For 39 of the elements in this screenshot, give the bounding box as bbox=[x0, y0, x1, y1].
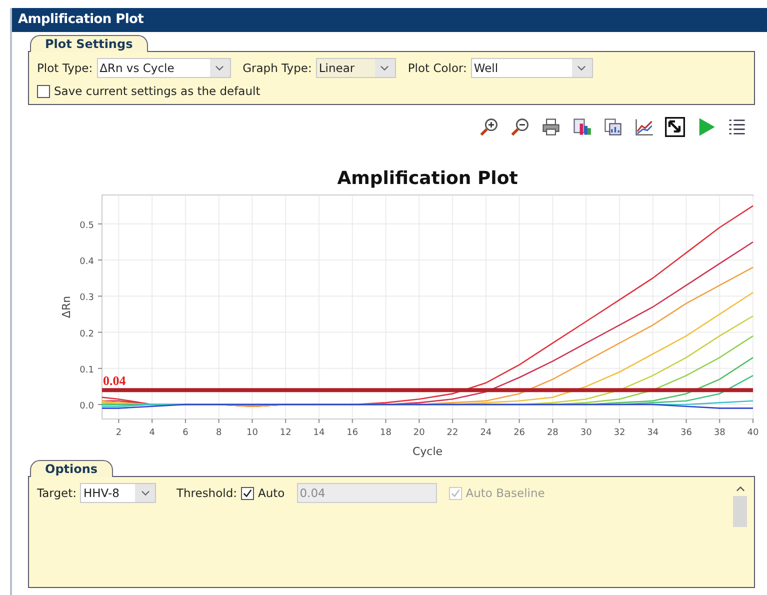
field-label: Target: bbox=[37, 486, 76, 500]
y-tick-label: 0.5 bbox=[80, 220, 94, 231]
checkbox-label: Auto Baseline bbox=[466, 486, 545, 500]
x-tick-label: 40 bbox=[747, 428, 759, 438]
field-label: Graph Type: bbox=[242, 61, 312, 75]
x-tick-label: 12 bbox=[280, 428, 292, 438]
x-tick-label: 24 bbox=[480, 428, 492, 438]
checkbox-label: Save current settings as the default bbox=[54, 84, 260, 98]
x-tick-label: 22 bbox=[446, 428, 458, 438]
x-tick-label: 32 bbox=[614, 428, 626, 438]
x-tick-label: 36 bbox=[680, 428, 692, 438]
x-tick-label: 10 bbox=[246, 428, 258, 438]
x-tick-label: 6 bbox=[182, 428, 188, 438]
field-label: Threshold: bbox=[176, 486, 238, 500]
x-tick-label: 14 bbox=[313, 428, 325, 438]
x-axis-label: Cycle bbox=[412, 445, 443, 457]
y-tick-label: 0.3 bbox=[80, 293, 94, 304]
x-tick-label: 28 bbox=[546, 428, 558, 438]
x-tick-label: 2 bbox=[116, 428, 122, 438]
field-label: Plot Type: bbox=[37, 61, 93, 75]
x-tick-label: 4 bbox=[149, 428, 155, 438]
field-label: Plot Color: bbox=[408, 61, 467, 75]
y-tick-label: 0.2 bbox=[80, 329, 94, 340]
window-title: Amplification Plot bbox=[12, 8, 767, 32]
y-tick-label: 0.4 bbox=[80, 257, 94, 268]
y-tick-label: 0.0 bbox=[80, 402, 94, 412]
y-axis-label: ΔRn bbox=[60, 296, 73, 318]
x-tick-label: 26 bbox=[514, 428, 526, 438]
checkbox-label: Auto bbox=[258, 486, 285, 500]
threshold-label: 0.04 bbox=[103, 373, 126, 388]
x-tick-label: 18 bbox=[380, 428, 392, 438]
x-tick-label: 8 bbox=[216, 428, 222, 438]
x-tick-label: 16 bbox=[346, 428, 358, 438]
x-tick-label: 34 bbox=[647, 428, 659, 438]
chart-title: Amplification Plot bbox=[337, 168, 518, 189]
x-tick-label: 30 bbox=[580, 428, 592, 438]
x-tick-label: 20 bbox=[413, 428, 425, 438]
y-tick-label: 0.1 bbox=[80, 365, 94, 376]
x-tick-label: 38 bbox=[714, 428, 726, 438]
